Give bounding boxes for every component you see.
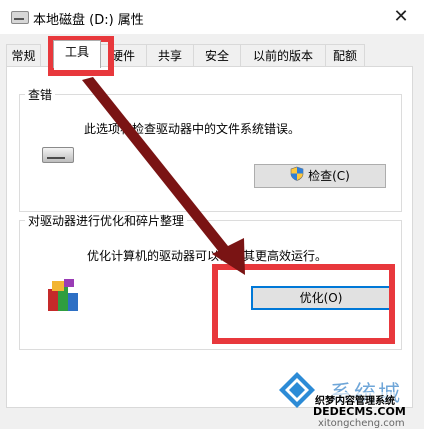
watermark-line2: DEDECMS.COM — [313, 405, 406, 418]
tab-tools[interactable]: 工具 — [53, 40, 101, 68]
watermark-line3: xitongcheng.com — [318, 418, 405, 429]
properties-dialog: 本地磁盘 (D:) 属性 ✕ 常规 工具 硬件 共享 安全 以前的版本 配额 查… — [0, 0, 424, 429]
watermark-logo — [277, 370, 317, 410]
